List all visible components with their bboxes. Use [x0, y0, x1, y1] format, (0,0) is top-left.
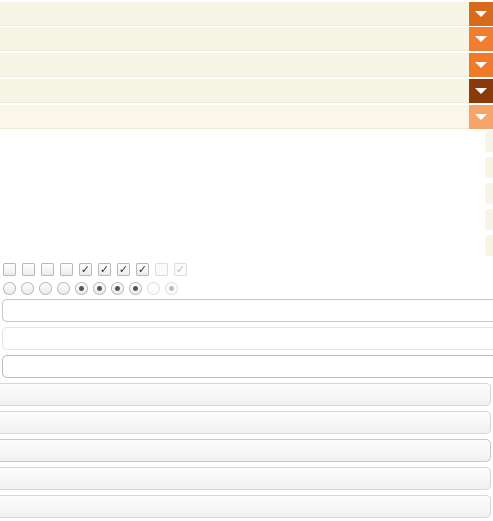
radio-dot	[133, 286, 138, 291]
checkbox-4[interactable]	[60, 263, 73, 276]
chevron-down-icon	[475, 114, 487, 120]
dropdown-toggle-button-2[interactable]	[469, 27, 493, 51]
radio-7[interactable]	[111, 282, 124, 295]
button-bar-2[interactable]	[0, 411, 491, 434]
radio-dot	[79, 286, 84, 291]
select-dropdown-3[interactable]	[0, 53, 493, 77]
select-dropdown-5[interactable]	[0, 105, 493, 129]
radio-dot	[97, 286, 102, 291]
clipped-dropdown-3[interactable]	[485, 183, 493, 204]
select-dropdown-1[interactable]	[0, 2, 493, 26]
widget-showcase: ✓ ✓ ✓ ✓ ✓	[0, 0, 493, 521]
radio-3[interactable]	[39, 282, 52, 295]
dropdown-toggle-button-5[interactable]	[469, 105, 493, 129]
radio-1[interactable]	[3, 282, 16, 295]
radio-2[interactable]	[21, 282, 34, 295]
button-bar-1[interactable]	[0, 383, 491, 406]
clipped-dropdown-1[interactable]	[485, 131, 493, 152]
select-dropdown-2[interactable]	[0, 27, 493, 51]
button-bar-4[interactable]	[0, 467, 491, 490]
checkbox-5[interactable]: ✓	[79, 263, 92, 276]
checkbox-10-disabled[interactable]: ✓	[174, 263, 187, 276]
checkbox-3[interactable]	[41, 263, 54, 276]
text-input-3-focused[interactable]	[2, 355, 493, 378]
button-bar-5[interactable]	[0, 495, 491, 518]
button-bar-3[interactable]	[0, 439, 491, 462]
clipped-dropdown-5[interactable]	[485, 235, 493, 256]
radio-9-disabled[interactable]	[147, 282, 160, 295]
radio-dot	[115, 286, 120, 291]
chevron-down-icon	[475, 36, 487, 42]
radio-4[interactable]	[57, 282, 70, 295]
text-input-1[interactable]	[2, 299, 493, 322]
checkbox-7[interactable]: ✓	[117, 263, 130, 276]
radio-5[interactable]	[75, 282, 88, 295]
dropdown-toggle-button-1[interactable]	[469, 2, 493, 26]
checkbox-8[interactable]: ✓	[136, 263, 149, 276]
checkbox-9-disabled[interactable]	[155, 263, 168, 276]
radio-10-disabled[interactable]	[165, 282, 178, 295]
chevron-down-icon	[475, 62, 487, 68]
checkbox-2[interactable]	[22, 263, 35, 276]
chevron-down-icon	[475, 11, 487, 17]
select-dropdown-4[interactable]	[0, 79, 493, 103]
clipped-dropdown-4[interactable]	[485, 209, 493, 230]
checkbox-1[interactable]	[3, 263, 16, 276]
dropdown-toggle-button-3[interactable]	[469, 53, 493, 77]
chevron-down-icon	[475, 88, 487, 94]
dropdown-toggle-button-4[interactable]	[469, 79, 493, 103]
radio-dot	[169, 286, 174, 291]
clipped-dropdown-2[interactable]	[485, 157, 493, 178]
radio-6[interactable]	[93, 282, 106, 295]
checkbox-6[interactable]: ✓	[98, 263, 111, 276]
text-input-2-disabled[interactable]	[2, 327, 493, 350]
radio-8[interactable]	[129, 282, 142, 295]
